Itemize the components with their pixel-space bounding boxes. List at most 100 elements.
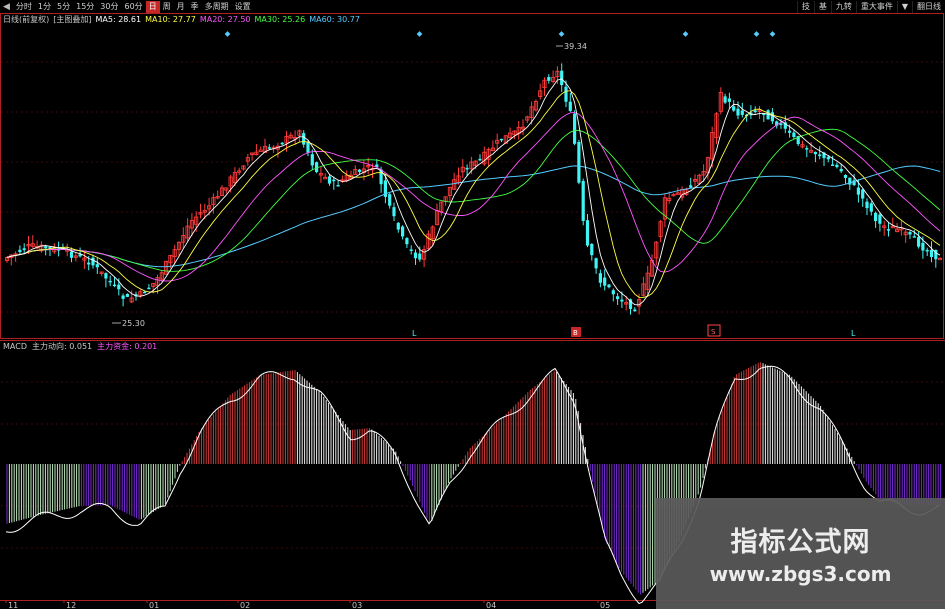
candle-body-down	[95, 264, 99, 268]
signal-diamond-icon	[224, 31, 231, 37]
candle-body-down	[465, 167, 469, 170]
date-axis-label: 03	[352, 601, 362, 609]
candle-body-down	[143, 291, 147, 294]
candle-body-down	[69, 251, 74, 258]
signal-diamond-icon	[769, 31, 776, 37]
candle-body-down	[104, 273, 108, 279]
candle-body-down	[831, 164, 835, 166]
candle-body-down	[818, 154, 822, 157]
candle-body-down	[835, 164, 839, 168]
main-chart-legend: 日线(前复权) [主图叠加] MA5: 28.61 MA10: 27.77 MA…	[3, 15, 364, 25]
date-axis-label: 11	[8, 601, 18, 609]
candle-body-down	[917, 237, 921, 247]
signal-diamond-icon	[682, 31, 689, 37]
sub-legend-main: 主力动向: 0.051	[31, 342, 93, 351]
candle-body-down	[392, 207, 396, 217]
candle-body-down	[388, 194, 392, 206]
candle-body-down	[499, 138, 504, 141]
candle-body-down	[560, 70, 564, 86]
sub-legend-fund: 主力资金: 0.201	[97, 342, 158, 351]
candle-body-down	[753, 110, 757, 113]
candle-body-down	[689, 185, 693, 188]
candle-body-down	[856, 187, 860, 195]
signal-diamond-icon	[558, 31, 565, 37]
candle-body-down	[792, 132, 796, 138]
candle-body-down	[44, 246, 48, 249]
low-price-marker: 25.30	[122, 319, 145, 328]
candle-body-down	[564, 86, 568, 102]
candle-body-down	[413, 252, 418, 259]
signal-box-b2-label: S	[711, 328, 716, 336]
watermark-title: 指标公式网	[730, 527, 871, 558]
candle-body-down	[779, 123, 783, 125]
candle-body-down	[886, 229, 891, 231]
candle-body-down	[620, 299, 624, 302]
signal-box-b1: B	[571, 327, 581, 337]
ma5-line	[6, 78, 941, 306]
ma20-line	[6, 112, 941, 282]
date-axis-label: 12	[66, 601, 76, 609]
sub-legend-name[interactable]: MACD	[3, 342, 27, 352]
candle-body-down	[607, 284, 611, 288]
candle-body-down	[396, 222, 400, 230]
legend-ma20: MA20: 27.50	[199, 15, 251, 24]
date-axis-label: 05	[600, 601, 610, 609]
candlestick-series	[4, 63, 943, 315]
signal-label-l2: L	[851, 329, 856, 338]
candle-body-down	[91, 257, 95, 266]
candle-body-down	[727, 98, 731, 102]
candle-body-down	[805, 148, 809, 150]
candle-body-down	[280, 142, 284, 145]
candle-body-down	[336, 185, 340, 187]
candle-body-down	[878, 214, 882, 224]
candle-body-down	[912, 236, 916, 238]
candle-body-down	[18, 249, 22, 253]
ma60-line	[6, 165, 941, 268]
legend-ma10: MA10: 27.77	[145, 15, 196, 24]
date-axis-label: 04	[486, 601, 496, 609]
candle-body-down	[332, 179, 336, 182]
candle-body-down	[732, 106, 736, 111]
candle-body-down	[22, 248, 26, 251]
signal-box-b2: S	[707, 324, 721, 337]
candle-body-down	[409, 249, 413, 251]
candle-body-down	[925, 249, 929, 252]
candle-body-down	[306, 141, 310, 153]
candle-body-down	[826, 156, 830, 160]
candle-body-down	[405, 238, 409, 245]
candle-body-down	[577, 142, 581, 183]
watermark-url: www.zbgs3.com	[709, 562, 892, 586]
signal-box-b1-label: B	[573, 329, 578, 337]
candle-body-down	[908, 232, 912, 235]
candle-body-down	[358, 169, 362, 172]
high-price-marker: 39.34	[564, 42, 587, 51]
candle-body-down	[581, 181, 585, 221]
legend-overlay[interactable]: [主图叠加]	[53, 15, 91, 25]
legend-period: 日线(前复权)	[3, 15, 50, 24]
sub-chart-legend: MACD 主力动向: 0.051 主力资金: 0.201	[3, 342, 162, 352]
candle-body-down	[267, 147, 271, 149]
candle-body-down	[147, 287, 151, 290]
candle-body-down	[865, 201, 869, 209]
date-axis: 11 12 01 02 03 04 05	[5, 600, 610, 609]
candle-body-down	[568, 101, 572, 111]
candle-body-down	[770, 112, 774, 122]
legend-ma30: MA30: 25.26	[254, 15, 306, 24]
candle-body-down	[598, 273, 602, 283]
legend-ma60: MA60: 30.77	[309, 15, 360, 24]
date-axis-label: 02	[240, 601, 250, 609]
signal-diamond-icon	[753, 31, 760, 37]
candle-body-down	[740, 110, 744, 115]
candle-body-down	[315, 162, 319, 172]
candle-body-down	[594, 258, 598, 269]
candle-body-down	[112, 284, 117, 287]
candle-body-down	[874, 212, 878, 222]
date-axis-label: 01	[149, 601, 159, 609]
candle-body-down	[869, 203, 873, 212]
candle-body-down	[736, 108, 740, 116]
candle-body-down	[611, 290, 615, 295]
candle-body-down	[590, 243, 594, 256]
candle-body-down	[125, 294, 129, 297]
candle-body-down	[839, 168, 843, 172]
candle-body-down	[108, 280, 112, 283]
